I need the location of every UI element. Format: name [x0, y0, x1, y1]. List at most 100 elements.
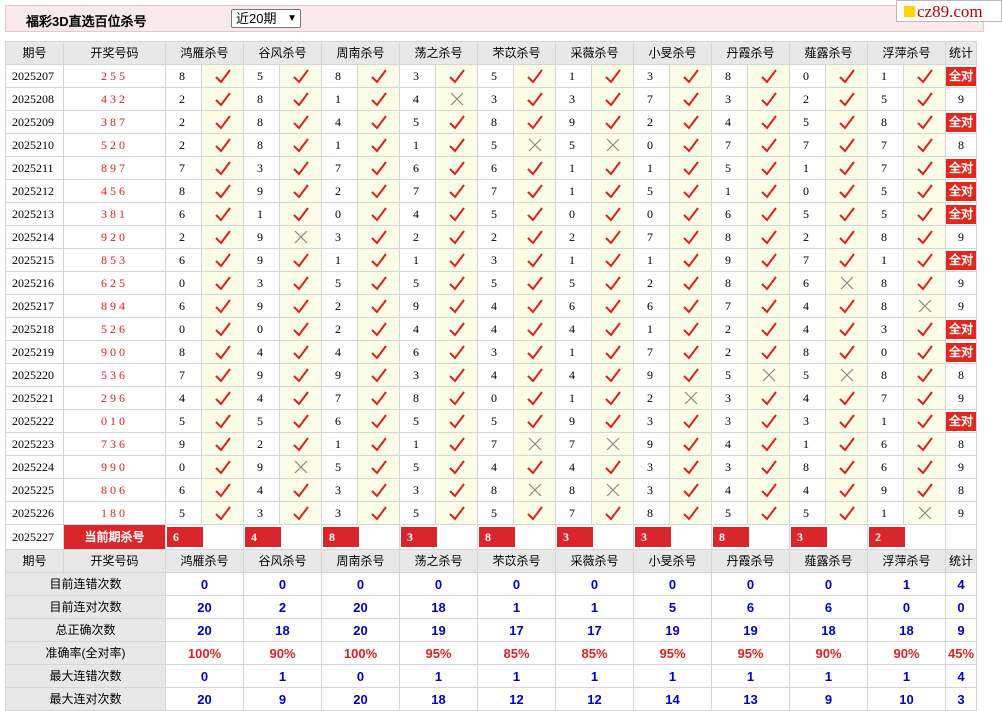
all-right-badge: 全对 [946, 250, 976, 270]
check-icon [760, 414, 777, 429]
check-icon [838, 437, 855, 452]
result-mark-cell [903, 202, 946, 226]
draw-number-cell: 255 [63, 64, 166, 88]
check-icon [682, 506, 699, 521]
period-cell: 2025213 [5, 202, 64, 226]
kill-number-cell: 4 [555, 363, 592, 387]
check-icon [448, 414, 465, 429]
check-icon [760, 138, 777, 153]
kill-number-cell: 7 [477, 432, 514, 456]
stat-value: 6 [789, 595, 868, 619]
result-mark-cell [201, 156, 244, 180]
result-mark-cell [513, 294, 556, 318]
check-icon [370, 92, 387, 107]
kill-number-cell: 4 [711, 478, 748, 502]
kill-number-cell: 7 [633, 87, 670, 111]
draw-number-cell: 990 [63, 455, 166, 479]
check-icon [682, 322, 699, 337]
check-icon [526, 115, 543, 130]
kill-number-cell: 5 [711, 156, 748, 180]
kill-number-cell: 6 [477, 156, 514, 180]
result-mark-cell [435, 432, 478, 456]
column-header-expert: 浮萍杀号 [867, 41, 946, 65]
check-icon [760, 437, 777, 452]
result-mark-cell [669, 87, 712, 111]
kill-number-cell: 4 [399, 317, 436, 341]
check-icon [370, 345, 387, 360]
check-icon [292, 506, 309, 521]
kill-number-cell: 7 [867, 133, 904, 157]
current-kill-cell: 6 [165, 524, 244, 550]
kill-number-cell: 7 [633, 225, 670, 249]
kill-number-cell: 9 [711, 248, 748, 272]
result-mark-cell [201, 225, 244, 249]
result-mark-cell [669, 363, 712, 387]
check-icon [760, 115, 777, 130]
result-mark-cell [825, 386, 868, 410]
stat-value: 85% [477, 641, 556, 665]
check-icon [292, 437, 309, 452]
kill-number-cell: 3 [633, 64, 670, 88]
result-mark-cell [825, 110, 868, 134]
current-kill-cell: 3 [555, 524, 634, 550]
check-icon [916, 230, 933, 245]
result-mark-cell [747, 179, 790, 203]
result-mark-cell [357, 294, 400, 318]
kill-number-cell: 5 [711, 363, 748, 387]
result-mark-cell [201, 294, 244, 318]
check-icon [214, 253, 231, 268]
kill-number-cell: 1 [321, 133, 358, 157]
stat-value: 90% [789, 641, 868, 665]
check-icon [292, 115, 309, 130]
stat-label: 总正确次数 [5, 618, 166, 642]
period-range-select[interactable]: 近20期 ▼ [231, 9, 301, 28]
kill-number-cell: 6 [555, 294, 592, 318]
stat-value: 0 [399, 572, 478, 596]
stat-label: 目前连错次数 [5, 572, 166, 596]
stat-value: 18 [789, 618, 868, 642]
column-header-period: 期号 [5, 549, 64, 573]
result-mark-cell [357, 432, 400, 456]
kill-number-cell: 3 [243, 156, 280, 180]
stat-value: 1 [789, 664, 868, 688]
kill-number-cell: 3 [633, 409, 670, 433]
check-icon [370, 437, 387, 452]
draw-number-cell: 806 [63, 478, 166, 502]
result-mark-cell [513, 478, 556, 502]
kill-number-cell: 1 [789, 432, 826, 456]
check-icon [214, 138, 231, 153]
check-icon [214, 161, 231, 176]
stat-row: 目前连错次数 0 0 0 0 0 0 0 0 0 1 4 [5, 572, 977, 596]
kill-number-cell: 0 [477, 386, 514, 410]
cross-icon [606, 138, 619, 152]
kill-number-cell: 3 [633, 478, 670, 502]
stat-value: 1 [477, 664, 556, 688]
result-mark-cell [669, 156, 712, 180]
kill-number-cell: 7 [867, 386, 904, 410]
check-icon [916, 437, 933, 452]
check-icon [916, 161, 933, 176]
site-logo[interactable]: cz89.com [896, 0, 1002, 22]
kill-number-cell: 8 [789, 340, 826, 364]
result-mark-cell [825, 432, 868, 456]
result-mark-cell [825, 294, 868, 318]
result-mark-cell [747, 432, 790, 456]
check-icon [370, 115, 387, 130]
check-icon [526, 161, 543, 176]
kill-number-cell: 9 [165, 432, 202, 456]
result-mark-cell [513, 110, 556, 134]
check-icon [370, 69, 387, 84]
kill-number-cell: 7 [555, 501, 592, 525]
kill-number-cell: 8 [243, 110, 280, 134]
check-icon [370, 253, 387, 268]
check-icon [604, 460, 621, 475]
check-icon [292, 69, 309, 84]
result-mark-cell [513, 133, 556, 157]
table-row: 2025210 520 2 8 1 1 5 5 0 7 7 7 8 [5, 133, 977, 157]
stat-value: 17 [555, 618, 634, 642]
result-mark-cell [513, 225, 556, 249]
stat-value: 0 [321, 572, 400, 596]
result-mark-cell [435, 133, 478, 157]
check-icon [838, 460, 855, 475]
check-icon [370, 299, 387, 314]
